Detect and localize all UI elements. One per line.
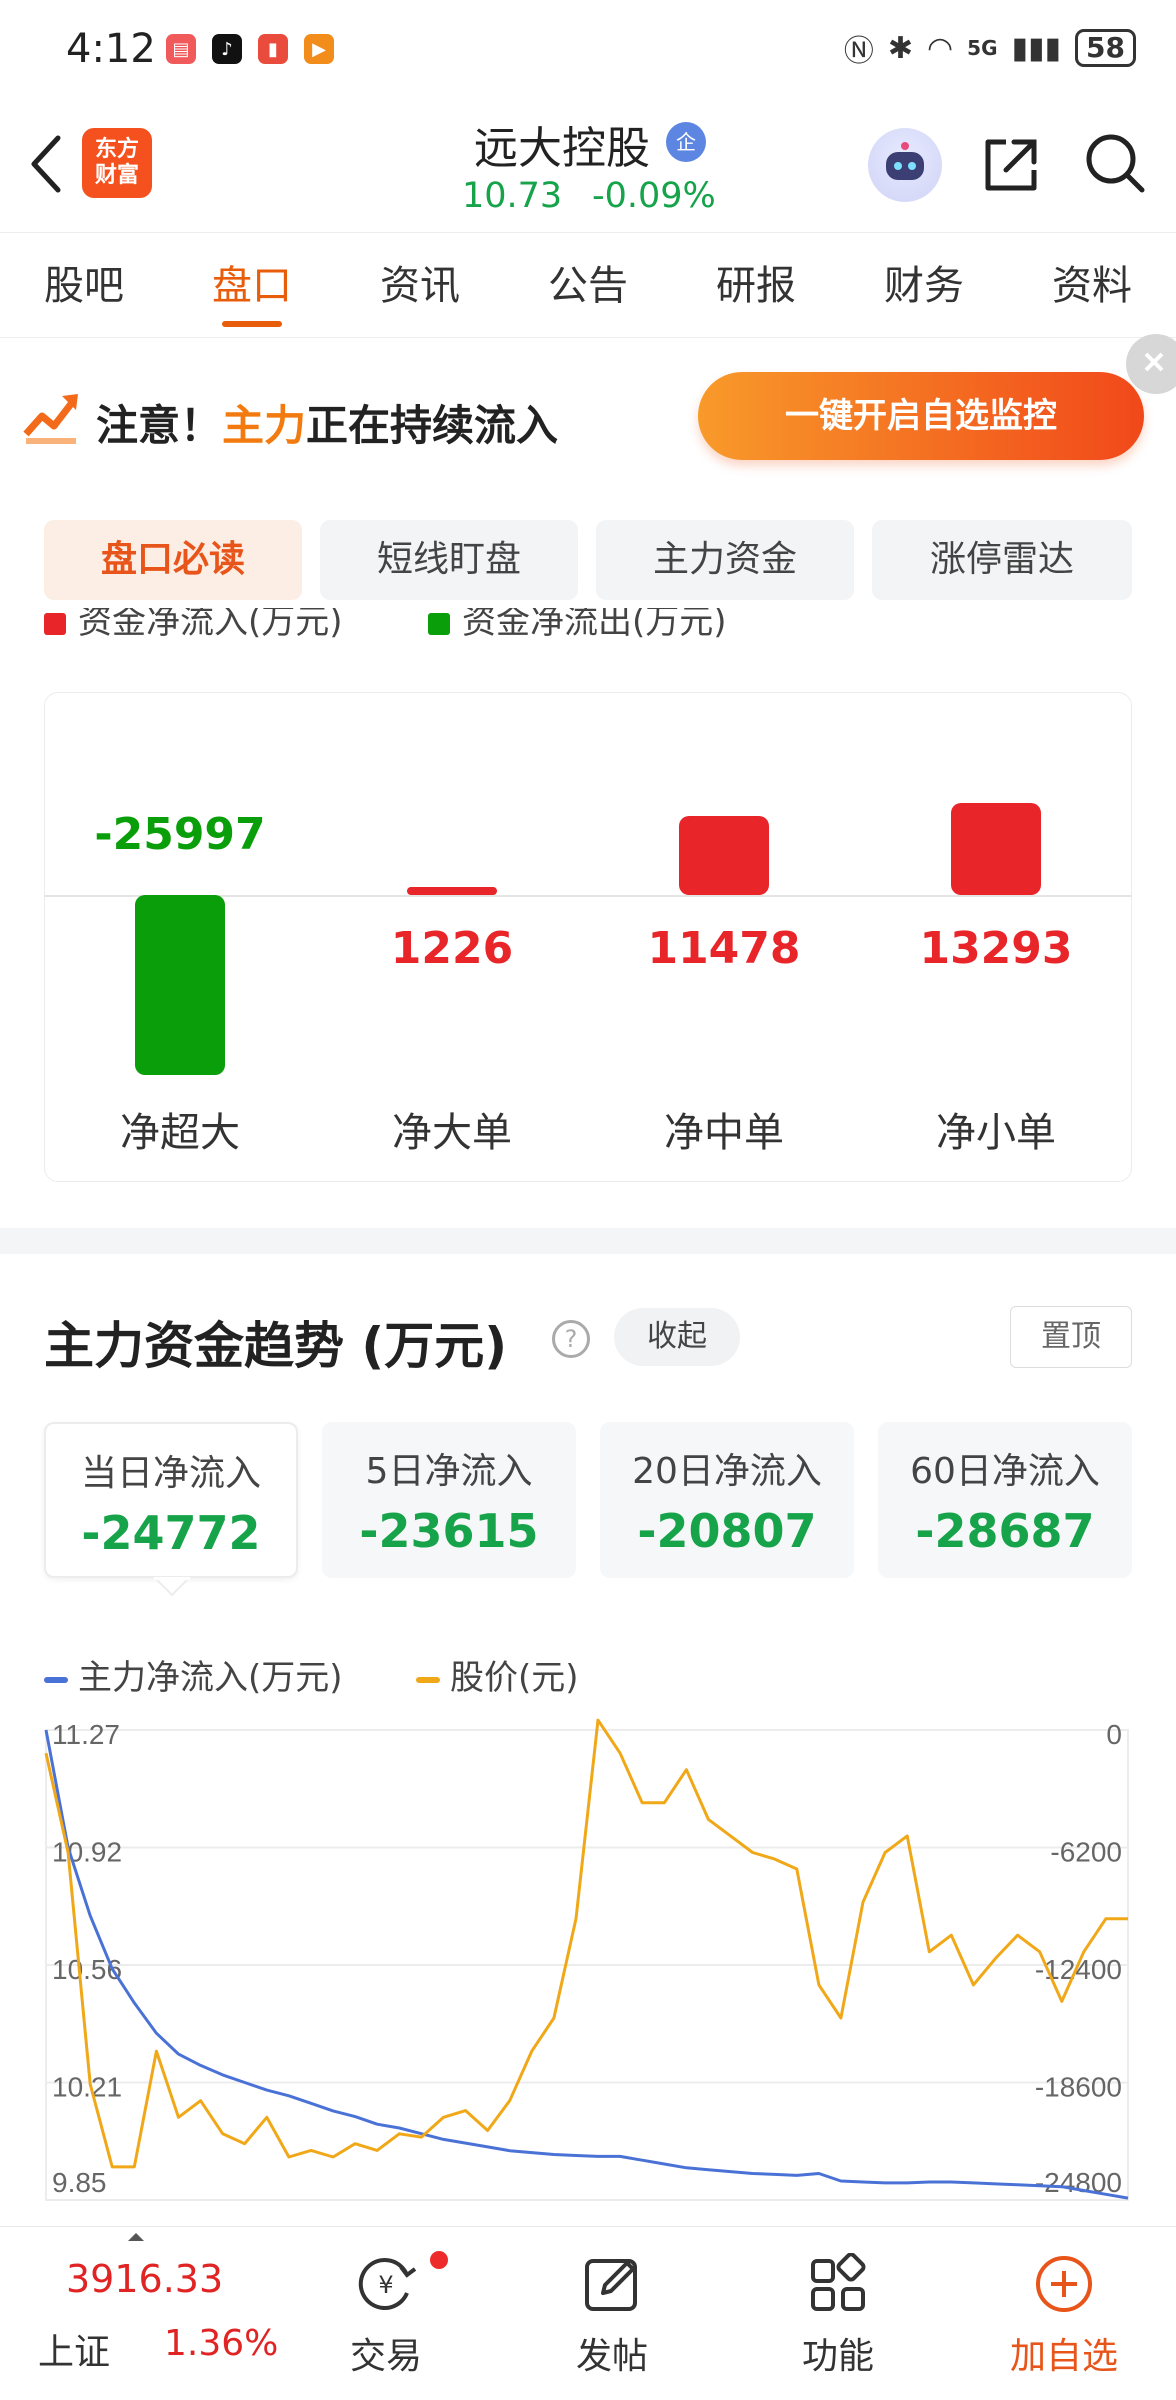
- index-change: 1.36%: [164, 2323, 279, 2364]
- subtab-main-funds[interactable]: 主力资金: [596, 520, 854, 600]
- bar-category-label: 净超大: [120, 1110, 240, 1156]
- flow-card-5d[interactable]: 5日净流入 -23615: [322, 1422, 576, 1578]
- trend-up-icon: [23, 394, 78, 444]
- alert-text: 注意！主力正在持续流入: [96, 401, 559, 450]
- trade-icon: ¥: [358, 2258, 417, 2310]
- bar-value-label: -25997: [94, 809, 266, 860]
- subtab-short-term[interactable]: 短线盯盘: [320, 520, 578, 600]
- video-app-icon: ▶: [304, 34, 334, 64]
- flow-card-label: 60日净流入: [910, 1451, 1100, 1492]
- flow-card-60d[interactable]: 60日净流入 -28687: [878, 1422, 1132, 1578]
- functions-button[interactable]: 功能: [728, 2227, 948, 2379]
- legend-inflow: 资金净流入(万元): [44, 608, 343, 644]
- active-card-pointer: [154, 1577, 190, 1597]
- add-watchlist-label: 加自选: [1009, 2336, 1118, 2377]
- bar-value-label: 1226: [390, 923, 514, 974]
- flow-card-today[interactable]: 当日净流入 -24772: [44, 1422, 298, 1578]
- bar-category-label: 净小单: [936, 1110, 1056, 1156]
- tab-research[interactable]: 研报: [672, 233, 840, 337]
- legend-price: 股价(元): [416, 1650, 579, 1699]
- app-notification-icon: ▤: [166, 34, 196, 64]
- add-watchlist-button[interactable]: 加自选: [954, 2227, 1174, 2379]
- edit-post-icon: [585, 2259, 637, 2311]
- y-right-tick-label: -18600: [1035, 2072, 1122, 2103]
- bar-净中单: [679, 815, 769, 895]
- tab-announcements[interactable]: 公告: [504, 233, 672, 337]
- close-alert-button[interactable]: [1126, 334, 1176, 394]
- legend-outflow: 资金净流出(万元): [428, 608, 727, 644]
- battery-indicator: 58: [1075, 29, 1136, 67]
- bar-value-label: 11478: [647, 923, 801, 974]
- bottom-bar: 3916.33 上证 1.36% ¥ 交易 发帖 功能 加自选: [0, 2226, 1176, 2400]
- flow-card-value: -24772: [81, 1506, 261, 1560]
- stock-change: -0.09%: [592, 176, 716, 216]
- post-button[interactable]: 发帖: [502, 2227, 722, 2379]
- bar-category-label: 净中单: [664, 1110, 784, 1156]
- tab-finance[interactable]: 财务: [840, 233, 1008, 337]
- collapse-button[interactable]: 收起: [614, 1308, 740, 1366]
- notification-dot: [430, 2251, 448, 2269]
- network-label: 5G: [967, 36, 998, 60]
- y-right-tick-label: 0: [1106, 1719, 1122, 1750]
- y-left-tick-label: 11.27: [52, 1719, 120, 1750]
- share-icon[interactable]: [980, 134, 1042, 196]
- tiktok-icon: ♪: [212, 34, 242, 64]
- y-left-tick-label: 10.92: [52, 1837, 122, 1868]
- section-divider: [0, 1228, 1176, 1254]
- bar-layer: -25997 净超大 1226 净大单 11478 净中单 13293 净小单: [44, 692, 1132, 1182]
- tab-guba[interactable]: 股吧: [0, 233, 168, 337]
- app-notification-icon: ▮: [258, 34, 288, 64]
- corp-badge: 企: [666, 122, 706, 162]
- trend-title: 主力资金趋势 (万元): [44, 1317, 508, 1375]
- bar-category-label: 净大单: [392, 1110, 512, 1156]
- trade-label: 交易: [349, 2336, 422, 2377]
- flow-card-label: 5日净流入: [365, 1451, 533, 1492]
- grid-icon: [811, 2252, 866, 2311]
- price-series-line: [44, 1718, 1128, 2169]
- subtab-must-read[interactable]: 盘口必读: [44, 520, 302, 600]
- bar-value-label: 13293: [919, 923, 1073, 974]
- tab-profile[interactable]: 资料: [1008, 233, 1176, 337]
- index-value[interactable]: 3916.33: [66, 2257, 223, 2301]
- add-circle-icon: [1036, 2256, 1092, 2312]
- help-icon[interactable]: ?: [552, 1320, 590, 1358]
- post-label: 发帖: [575, 2336, 648, 2377]
- index-name: 上证: [38, 2332, 111, 2373]
- flow-card-label: 当日净流入: [80, 1453, 261, 1494]
- bluetooth-icon: ✱: [887, 30, 913, 66]
- signal-icon: ▮▮▮: [1011, 30, 1062, 66]
- legend-main-flow: 主力净流入(万元): [44, 1650, 343, 1699]
- expand-caret-icon: [128, 2233, 144, 2241]
- bar-净大单: [407, 886, 497, 895]
- flow-card-value: -23615: [359, 1504, 539, 1558]
- bar-净超大: [135, 895, 225, 1075]
- pin-top-button[interactable]: 置顶: [1010, 1306, 1132, 1368]
- enable-monitor-button[interactable]: 一键开启自选监控: [698, 372, 1144, 460]
- y-left-tick-label: 10.21: [52, 2072, 122, 2103]
- flow-card-label: 20日净流入: [632, 1451, 822, 1492]
- subtab-limit-up-radar[interactable]: 涨停雷达: [872, 520, 1132, 600]
- trend-line-chart: 11.27 010.92 -620010.56 -1240010.21 -186009.…: [44, 1718, 1129, 2201]
- search-icon[interactable]: [1082, 130, 1148, 196]
- flow-card-value: -20807: [637, 1504, 817, 1558]
- nfc-icon: Ⓝ: [843, 34, 874, 69]
- wifi-icon: ◠: [926, 30, 954, 66]
- tab-news[interactable]: 资讯: [336, 233, 504, 337]
- y-left-tick-label: 9.85: [52, 2167, 107, 2198]
- bar-净小单: [951, 802, 1041, 895]
- status-icons: Ⓝ ✱ ◠ 5G ▮▮▮ 58: [844, 26, 1136, 70]
- ai-assistant-icon[interactable]: [868, 128, 942, 202]
- trade-button[interactable]: ¥ 交易: [276, 2227, 496, 2379]
- y-right-tick-label: -6200: [1050, 1837, 1122, 1868]
- tab-pankou[interactable]: 盘口: [168, 233, 336, 337]
- status-time: 4:12: [66, 26, 156, 72]
- tab-bar: 股吧 盘口 资讯 公告 研报 财务 资料: [0, 232, 1176, 338]
- svg-text:¥: ¥: [378, 2271, 393, 2299]
- flow-card-20d[interactable]: 20日净流入 -20807: [600, 1422, 854, 1578]
- functions-label: 功能: [801, 2336, 874, 2377]
- stock-price: 10.73: [462, 176, 563, 216]
- flow-card-value: -28687: [915, 1504, 1095, 1558]
